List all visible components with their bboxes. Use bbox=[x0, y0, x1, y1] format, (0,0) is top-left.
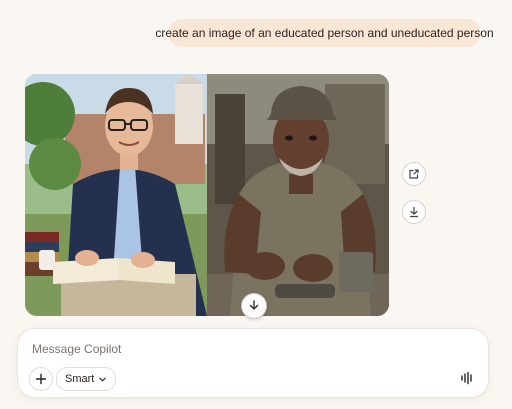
user-message-bubble: create an image of an educated person an… bbox=[155, 19, 494, 47]
message-composer: Smart bbox=[17, 328, 489, 398]
user-message-text: create an image of an educated person an… bbox=[155, 26, 494, 40]
mode-label: Smart bbox=[65, 373, 95, 385]
generated-image-illustration bbox=[25, 74, 389, 316]
message-input[interactable] bbox=[30, 339, 454, 359]
plus-icon bbox=[35, 373, 47, 385]
voice-waveform-icon bbox=[461, 371, 472, 385]
add-attachment-button[interactable] bbox=[29, 367, 53, 391]
download-icon bbox=[249, 300, 259, 310]
mode-selector[interactable]: Smart bbox=[56, 367, 117, 391]
generated-image[interactable] bbox=[25, 74, 389, 316]
share-icon bbox=[409, 169, 419, 179]
share-button[interactable] bbox=[402, 162, 426, 186]
image-download-button[interactable] bbox=[241, 293, 267, 319]
voice-button[interactable] bbox=[458, 369, 476, 387]
download-icon bbox=[409, 206, 419, 218]
download-button[interactable] bbox=[402, 200, 426, 224]
chevron-down-icon bbox=[99, 377, 107, 381]
